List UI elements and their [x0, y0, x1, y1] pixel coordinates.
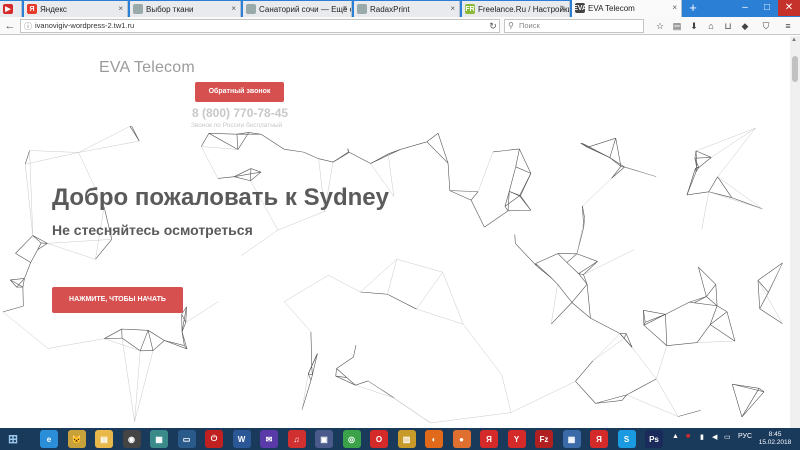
- archive-icon[interactable]: ▥: [397, 430, 416, 448]
- reload-icon[interactable]: ↻: [486, 19, 500, 33]
- tab-label: Яндекс: [40, 4, 67, 14]
- extension-icon[interactable]: ◆: [739, 20, 751, 32]
- tab[interactable]: Выбор ткани ×: [130, 1, 241, 17]
- close-tab-icon[interactable]: ×: [672, 3, 677, 12]
- photoshop-icon[interactable]: Ps: [645, 430, 663, 448]
- close-tab-icon[interactable]: ×: [560, 4, 565, 13]
- antivirus-icon[interactable]: ■: [686, 433, 690, 440]
- tab-label: Санаторий сочи — Ещё один...: [259, 4, 351, 14]
- url-text: ivanovigiv-wordpress-2.tw1.ru: [35, 21, 135, 30]
- info-icon[interactable]: ⓘ: [24, 21, 32, 33]
- scroll-up-icon[interactable]: ▲: [791, 37, 797, 43]
- skype-icon[interactable]: S: [617, 430, 636, 448]
- vertical-scrollbar[interactable]: ▲: [790, 36, 800, 428]
- calculator-icon[interactable]: ▦: [562, 430, 581, 448]
- tab[interactable]: RadaxPrint ×: [354, 1, 460, 17]
- maximize-button[interactable]: □: [756, 0, 778, 16]
- language-indicator[interactable]: РУС: [738, 433, 752, 440]
- opera-icon[interactable]: O: [370, 430, 388, 448]
- web-page: EVA Telecom Обратный звонок 8 (800) 770-…: [0, 36, 790, 428]
- clock-date: 15.02.2018: [758, 439, 792, 446]
- search-icon: ⚲: [508, 21, 514, 30]
- navigation-toolbar: ← ⓘ ivanovigiv-wordpress-2.tw1.ru ↻ ⚲ По…: [0, 17, 800, 35]
- yandex-icon: Я: [27, 4, 37, 14]
- clock[interactable]: 8:45 15.02.2018: [757, 431, 793, 447]
- ie-icon[interactable]: e: [40, 430, 58, 448]
- volume-icon[interactable]: ◀: [712, 433, 717, 441]
- phone-number: 8 (800) 770-78-45: [192, 106, 289, 120]
- tab-label: RadaxPrint: [370, 4, 410, 14]
- start-button[interactable]: НАЖМИТЕ, ЧТОБЫ НАЧАТЬ: [52, 287, 183, 313]
- tab[interactable]: ▶: [0, 1, 22, 17]
- shield-icon[interactable]: ⛉: [760, 20, 772, 32]
- home-icon[interactable]: ⌂: [705, 20, 717, 32]
- close-tab-icon[interactable]: ×: [450, 4, 455, 13]
- camera-icon[interactable]: ◉: [122, 430, 141, 448]
- yandex-browser-icon[interactable]: Y: [507, 430, 526, 448]
- close-tab-icon[interactable]: ×: [118, 4, 123, 13]
- hero-subtitle: Не стесняйтесь осмотреться: [52, 222, 253, 238]
- close-tab-icon[interactable]: ×: [231, 4, 236, 13]
- windows-taskbar: ⊞ e 🐱 ▤ ◉ ▦ ▭ ⏻ W ✉ ♫ ▣ ◎ O ▥ ◐ ● Я Y Fz ▦ Я S Ps ▲ ■ ▮ ◀ ▭ РУ…: [0, 428, 800, 450]
- network-icon[interactable]: ▮: [700, 433, 704, 441]
- page-icon: [246, 4, 256, 14]
- address-bar[interactable]: ⓘ ivanovigiv-wordpress-2.tw1.ru: [20, 19, 500, 33]
- power-icon[interactable]: ⏻: [205, 430, 223, 448]
- tab[interactable]: Я Яндекс ×: [24, 1, 128, 17]
- tab[interactable]: Санаторий сочи — Ещё один...×: [243, 1, 352, 17]
- yandex-disk-icon[interactable]: Я: [590, 430, 608, 448]
- tab-label: EVA Telecom: [588, 4, 635, 13]
- page-icon: [133, 4, 143, 14]
- explorer-icon[interactable]: ▤: [95, 430, 113, 448]
- floppy-icon[interactable]: ▣: [315, 430, 333, 448]
- phone-note: Звонок по России бесплатный: [191, 122, 283, 129]
- tab-label: Выбор ткани: [146, 4, 194, 14]
- eva-icon: EVA: [573, 3, 587, 13]
- tab-strip: ▶ Я Яндекс × Выбор ткани × Санаторий сочи — Ещ…: [0, 0, 800, 17]
- youtube-icon: ▶: [3, 4, 13, 14]
- filezilla-icon[interactable]: Fz: [535, 430, 553, 448]
- firefox-icon[interactable]: ◐: [425, 430, 443, 448]
- cat-icon[interactable]: 🐱: [67, 430, 86, 448]
- tab-label: Freelance.Ru / Настройки...: [478, 4, 570, 14]
- hero-title: Добро пожаловать к Sydney: [52, 184, 389, 211]
- clock-time: 8:45: [768, 431, 782, 438]
- basketball-icon[interactable]: ●: [452, 430, 471, 448]
- close-tab-icon[interactable]: ×: [342, 4, 347, 13]
- new-tab-button[interactable]: +: [686, 1, 700, 15]
- tray-arrow-icon[interactable]: ▲: [672, 433, 679, 440]
- minimize-button[interactable]: –: [734, 0, 756, 16]
- bookmark-star-icon[interactable]: ☆: [654, 20, 666, 32]
- back-arrow-icon[interactable]: ←: [3, 19, 17, 33]
- site-logo[interactable]: EVA Telecom: [99, 59, 195, 77]
- menu-icon[interactable]: ≡: [782, 20, 794, 32]
- download-icon[interactable]: ⬇: [688, 20, 700, 32]
- scrollbar-thumb[interactable]: [792, 56, 798, 82]
- photos-icon[interactable]: ▦: [150, 430, 168, 448]
- network-lines: [2, 125, 783, 424]
- chrome-icon[interactable]: ◎: [342, 430, 361, 448]
- search-placeholder: Поиск: [519, 21, 540, 30]
- callback-button[interactable]: Обратный звонок: [195, 82, 284, 102]
- battery-icon[interactable]: ▭: [724, 433, 731, 441]
- page-icon: [357, 4, 367, 14]
- window-icon[interactable]: ▭: [177, 430, 196, 448]
- cart-icon[interactable]: ⊔: [722, 20, 734, 32]
- start-button[interactable]: ⊞: [4, 430, 22, 448]
- word-icon[interactable]: W: [232, 430, 251, 448]
- search-input[interactable]: ⚲ Поиск: [504, 19, 644, 33]
- reading-list-icon[interactable]: ▤: [671, 20, 683, 32]
- music-icon[interactable]: ♫: [287, 430, 306, 448]
- mail-icon[interactable]: ✉: [260, 430, 278, 448]
- close-window-button[interactable]: ✕: [778, 0, 800, 16]
- tab[interactable]: FR Freelance.Ru / Настройки... ×: [462, 1, 570, 17]
- yandex-icon[interactable]: Я: [480, 430, 498, 448]
- tab[interactable]: EVA EVA Telecom ×: [572, 0, 682, 17]
- freelance-icon: FR: [465, 4, 475, 14]
